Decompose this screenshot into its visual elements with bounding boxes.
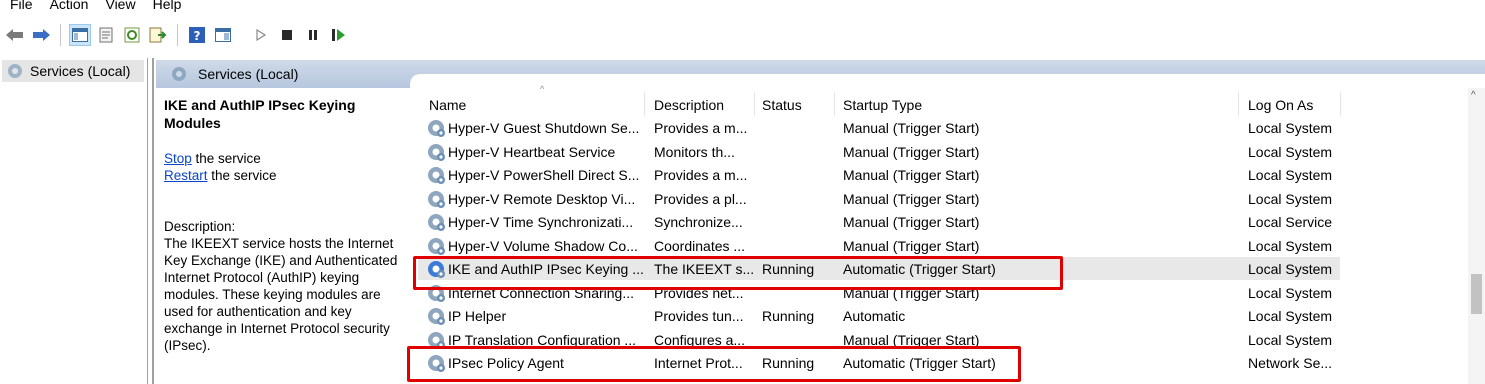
column-header-log-on-as[interactable]: Log On As: [1248, 97, 1313, 113]
cell-log-on-as: Local System: [1248, 190, 1333, 207]
show-hide-tree-icon[interactable]: [69, 24, 91, 46]
cell-status: Running: [762, 308, 815, 324]
table-row[interactable]: Hyper-V Time Synchronizati... Synchronize…: [418, 210, 1340, 233]
toolbar: ?: [0, 20, 1485, 50]
cell-log-on-as: Network Se...: [1248, 355, 1333, 371]
table-row[interactable]: IP Helper Provides tun... Running Automatic…: [418, 304, 1340, 327]
stop-service-link[interactable]: Stop: [164, 151, 192, 166]
table-row[interactable]: Hyper-V Guest Shutdown Se... Provides a m…: [418, 116, 1340, 139]
menu-help[interactable]: Help: [153, 0, 182, 11]
cell-startup-type: Automatic: [843, 308, 906, 324]
description-pane: IKE and AuthIP IPsec Keying Modules Stop…: [164, 96, 408, 354]
cell-log-on-as: Local System: [1248, 120, 1333, 136]
stop-icon[interactable]: [276, 24, 298, 46]
cell-description: Provides a m...: [654, 120, 748, 136]
description-label: Description:: [164, 219, 236, 234]
cell-description: Monitors th...: [654, 143, 735, 160]
service-gear-icon: [428, 167, 445, 184]
sort-ascending-icon: ^: [540, 84, 545, 94]
cell-name: Hyper-V Guest Shutdown Se...: [448, 120, 640, 136]
restart-service-text: the service: [207, 168, 277, 183]
header-title: Services (Local): [198, 66, 299, 82]
table-header: ^ Name Description Status Startup Type L…: [418, 84, 1468, 116]
cell-log-on-as: Local System: [1248, 261, 1333, 277]
cell-startup-type: Manual (Trigger Start): [843, 237, 980, 254]
cell-description: Provides a m...: [654, 167, 748, 183]
cell-description: Provides a pl...: [654, 190, 747, 207]
service-gear-icon: [428, 214, 445, 231]
pause-icon[interactable]: [302, 24, 324, 46]
export-list-icon[interactable]: [147, 24, 169, 46]
console-pane-icon[interactable]: [212, 24, 234, 46]
cell-log-on-as: Local Service: [1248, 214, 1333, 230]
forward-arrow-icon[interactable]: [30, 24, 52, 46]
scrollbar-thumb[interactable]: [1471, 274, 1482, 314]
cell-description: Synchronize...: [654, 214, 743, 230]
pane-divider[interactable]: [152, 58, 154, 384]
table-row[interactable]: Hyper-V PowerShell Direct S... Provides a…: [418, 163, 1340, 186]
cell-startup-type: Manual (Trigger Start): [843, 214, 980, 230]
column-header-name[interactable]: Name: [429, 97, 466, 113]
table-row[interactable]: Hyper-V Volume Shadow Co... Coordinates .…: [418, 234, 1340, 257]
service-gear-icon: [428, 190, 445, 208]
svg-text:?: ?: [194, 29, 201, 43]
restart-icon[interactable]: [328, 24, 350, 46]
cell-name: Hyper-V PowerShell Direct S...: [448, 167, 640, 183]
tree-item-services-local[interactable]: Services (Local): [2, 60, 144, 82]
cell-log-on-as: Local System: [1248, 237, 1333, 254]
cell-name: Hyper-V Remote Desktop Vi...: [448, 190, 636, 207]
service-gear-icon: [428, 237, 445, 255]
service-gear-icon: [428, 308, 445, 325]
tree-item-label: Services (Local): [30, 63, 131, 79]
column-header-description[interactable]: Description: [654, 97, 724, 113]
header-tab-edge: [410, 74, 1485, 88]
back-arrow-icon[interactable]: [4, 24, 26, 46]
stop-service-text: the service: [191, 151, 261, 166]
menu-action[interactable]: Action: [50, 0, 89, 11]
cell-log-on-as: Local System: [1248, 143, 1333, 160]
service-title: IKE and AuthIP IPsec Keying Modules: [164, 97, 356, 131]
highlight-box-ike: [413, 256, 1063, 290]
table-row[interactable]: Hyper-V Heartbeat Service Monitors th... M…: [418, 140, 1340, 163]
restart-service-link[interactable]: Restart: [164, 168, 208, 183]
help-icon[interactable]: ?: [186, 24, 208, 46]
description-text: The IKEEXT service hosts the Internet Ke…: [164, 236, 398, 353]
console-tree: Services (Local): [0, 58, 148, 384]
services-gear-icon: [8, 64, 22, 78]
service-gear-icon: [428, 120, 445, 137]
services-gear-icon: [172, 67, 186, 81]
column-header-startup-type[interactable]: Startup Type: [843, 97, 922, 113]
table-row[interactable]: Hyper-V Remote Desktop Vi... Provides a p…: [418, 187, 1340, 210]
cell-log-on-as: Local System: [1248, 284, 1333, 301]
cell-startup-type: Manual (Trigger Start): [843, 120, 980, 136]
cell-log-on-as: Local System: [1248, 331, 1333, 348]
refresh-icon[interactable]: [121, 24, 143, 46]
cell-name: Hyper-V Time Synchronizati...: [448, 214, 634, 230]
menu-file[interactable]: File: [10, 0, 33, 11]
cell-startup-type: Manual (Trigger Start): [843, 167, 980, 183]
column-header-status[interactable]: Status: [762, 97, 802, 113]
cell-description: Coordinates ...: [654, 237, 746, 254]
cell-name: Hyper-V Heartbeat Service: [448, 143, 616, 160]
cell-log-on-as: Local System: [1248, 308, 1333, 324]
cell-log-on-as: Local System: [1248, 167, 1333, 183]
scroll-up-icon[interactable]: ^: [1471, 90, 1476, 101]
cell-description: Provides tun...: [654, 308, 744, 324]
menu-view[interactable]: View: [105, 0, 135, 11]
service-gear-icon: [428, 143, 445, 161]
vertical-scrollbar[interactable]: ^: [1468, 88, 1485, 384]
cell-name: IP Helper: [448, 308, 507, 324]
cell-startup-type: Manual (Trigger Start): [843, 143, 980, 160]
cell-startup-type: Manual (Trigger Start): [843, 190, 980, 207]
properties-icon[interactable]: [95, 24, 117, 46]
menu-bar: File Action View Help: [0, 0, 1485, 18]
highlight-box-ipsec: [407, 346, 1021, 382]
play-icon[interactable]: [250, 24, 272, 46]
cell-name: Hyper-V Volume Shadow Co...: [448, 237, 638, 254]
